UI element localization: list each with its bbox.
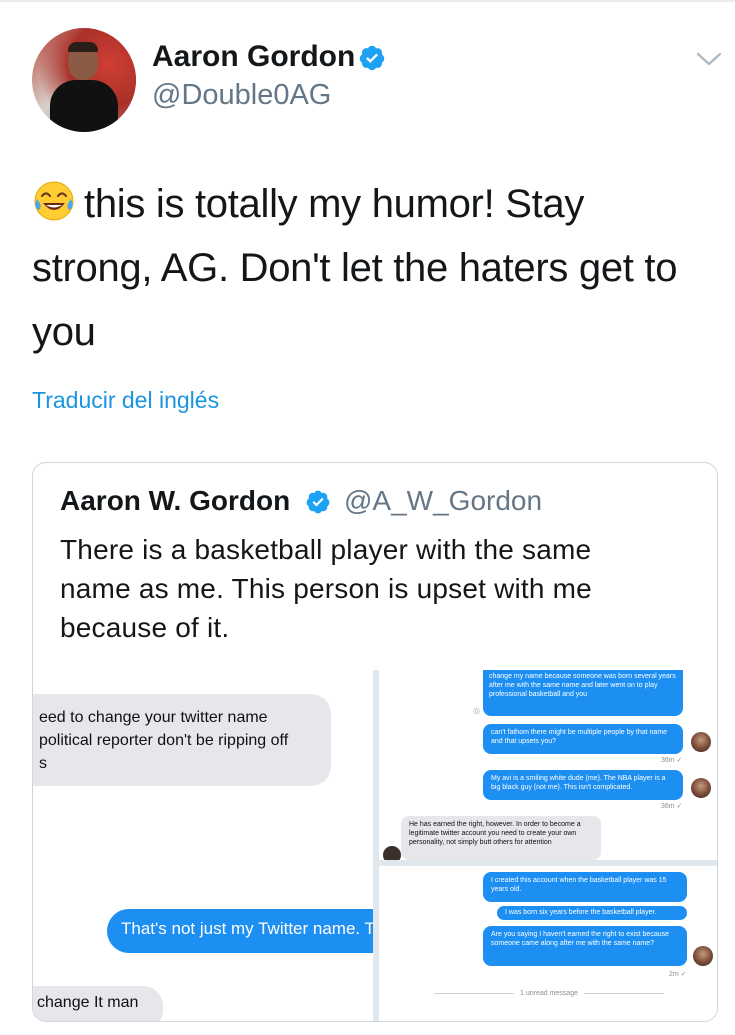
- tweet-line-1: this is totally my humor! Stay: [32, 172, 702, 236]
- left-blue-bubble: That's not just my Twitter name. T: [107, 909, 373, 953]
- quoted-line-1: There is a basketball player with the sa…: [60, 534, 592, 565]
- media-image-right-bottom[interactable]: I created this account when the basketba…: [379, 866, 717, 1021]
- quoted-author-name: Aaron W. Gordon: [60, 485, 291, 516]
- rt-receiver-avatar: [383, 846, 401, 860]
- rt-blue-bubble-3: My avi is a smiling white dude (me). The…: [483, 770, 683, 800]
- quoted-author-handle: @A_W_Gordon: [344, 485, 543, 516]
- verified-badge-icon: [359, 45, 385, 71]
- top-divider: [0, 0, 735, 2]
- left-gray-bubble-1-line-1: eed to change your twitter name: [39, 709, 268, 726]
- translate-link[interactable]: Traducir del inglés: [32, 387, 219, 414]
- rt-blue-bubble-2: can't fathom there might be multiple peo…: [483, 724, 683, 754]
- rt-sender-avatar-2: [691, 778, 711, 798]
- tweet-line-2: strong, AG. Don't let the haters get to: [32, 246, 678, 290]
- face-with-tears-of-joy-icon: [34, 181, 74, 221]
- quoted-line-3: because of it.: [60, 612, 230, 643]
- rt-timestamp-2: 36m ✓: [661, 803, 683, 810]
- media-image-right-top[interactable]: change my name because someone was born …: [379, 670, 717, 860]
- tweet-line-1-text: this is totally my humor! Stay: [84, 182, 585, 226]
- author-name[interactable]: Aaron Gordon: [152, 40, 355, 74]
- rt-sender-avatar-1: [691, 732, 711, 752]
- rb-sender-avatar: [693, 946, 713, 966]
- rb-blue-bubble-2: I was born six years before the basketba…: [497, 906, 687, 920]
- rb-blue-bubble-3: Are you saying I haven't earned the righ…: [483, 926, 687, 966]
- rt-blue-bubble-1: change my name because someone was born …: [483, 670, 683, 716]
- chevron-down-icon[interactable]: [696, 50, 722, 68]
- quoted-tweet-text: There is a basketball player with the sa…: [60, 530, 700, 647]
- tweet-body: this is totally my humor! Stay strong, A…: [32, 172, 702, 364]
- left-gray-bubble-1-line-3: s: [39, 755, 47, 772]
- unread-message-divider: 1 unread message: [419, 990, 679, 997]
- left-gray-bubble-1-line-2: political reporter don't be ripping off: [39, 732, 289, 749]
- left-gray-bubble-2: change It man: [33, 986, 163, 1021]
- author-handle[interactable]: @Double0AG: [152, 79, 331, 112]
- quoted-media-grid[interactable]: eed to change your twitter name politica…: [33, 670, 717, 1021]
- author-avatar[interactable]: [32, 28, 136, 132]
- quoted-line-2: name as me. This person is upset with me: [60, 573, 592, 604]
- info-icon: ◎: [473, 706, 480, 715]
- rt-timestamp-1: 36m ✓: [661, 757, 683, 764]
- media-image-left[interactable]: eed to change your twitter name politica…: [33, 670, 373, 1021]
- quoted-tweet-card[interactable]: Aaron W. Gordon @A_W_Gordon There is a b…: [32, 462, 718, 1022]
- left-gray-bubble-1: eed to change your twitter name politica…: [33, 694, 331, 786]
- rt-gray-bubble-1: He has earned the right, however. In ord…: [401, 816, 601, 860]
- quoted-verified-badge-icon: [306, 490, 330, 514]
- rb-blue-bubble-1: I created this account when the basketba…: [483, 872, 687, 902]
- tweet-line-3: you: [32, 310, 96, 354]
- rb-timestamp-1: 2m ✓: [669, 971, 687, 978]
